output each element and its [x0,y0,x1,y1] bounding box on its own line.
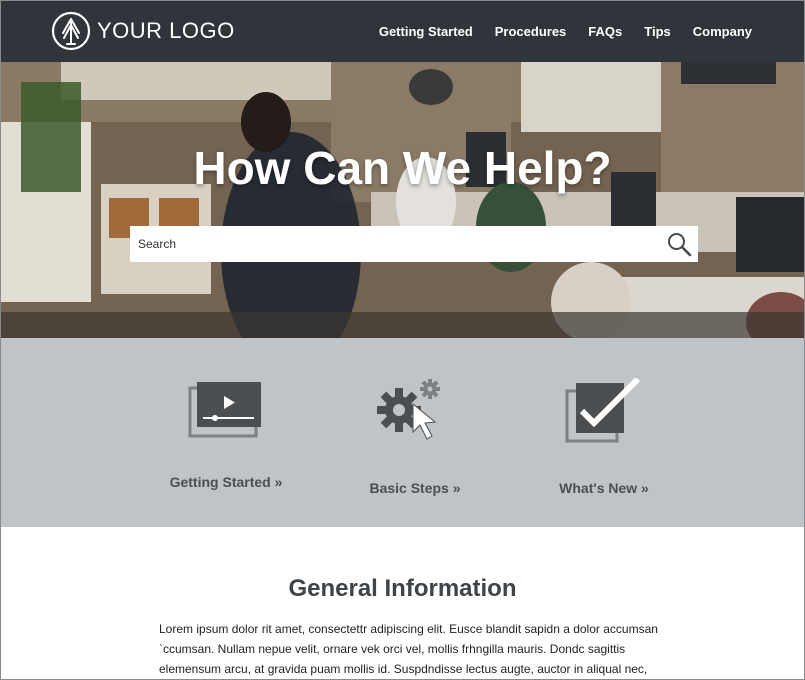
feature-whats-new[interactable]: What's New » [524,378,684,496]
section-body: Lorem ipsum dolor rit amet, consectettr … [159,622,658,676]
search-box [130,226,698,262]
main-nav: Getting Started Procedures FAQs Tips Com… [357,1,752,62]
checkbox-check-icon [565,378,641,443]
feature-basic-steps[interactable]: Basic Steps » [335,378,495,496]
feature-label: What's New » [559,480,649,496]
video-player-icon [188,382,261,438]
tree-logo-icon [51,11,91,51]
page: YOUR LOGO Getting Started Procedures FAQ… [0,0,805,680]
search-input[interactable] [130,226,658,262]
nav-company[interactable]: Company [693,24,752,39]
gears-cursor-icon [377,379,440,440]
logo[interactable]: YOUR LOGO [51,11,235,51]
section-title: General Information [288,575,517,602]
nav-getting-started[interactable]: Getting Started [379,24,473,39]
feature-label: Basic Steps » [369,480,461,496]
site-header: YOUR LOGO Getting Started Procedures FAQ… [1,1,804,62]
nav-faqs[interactable]: FAQs [588,24,622,39]
features-section: Getting Started » Basic Steps » What's N… [1,338,804,527]
feature-label: Getting Started » [169,474,283,490]
nav-tips[interactable]: Tips [644,24,671,39]
nav-procedures[interactable]: Procedures [495,24,567,39]
hero-title: How Can We Help? [193,142,612,194]
hero-banner: How Can We Help? [1,62,804,338]
office-photo [1,62,804,338]
logo-text: YOUR LOGO [97,18,235,43]
magnifier-icon[interactable] [666,231,692,257]
feature-getting-started[interactable]: Getting Started » [146,378,306,490]
